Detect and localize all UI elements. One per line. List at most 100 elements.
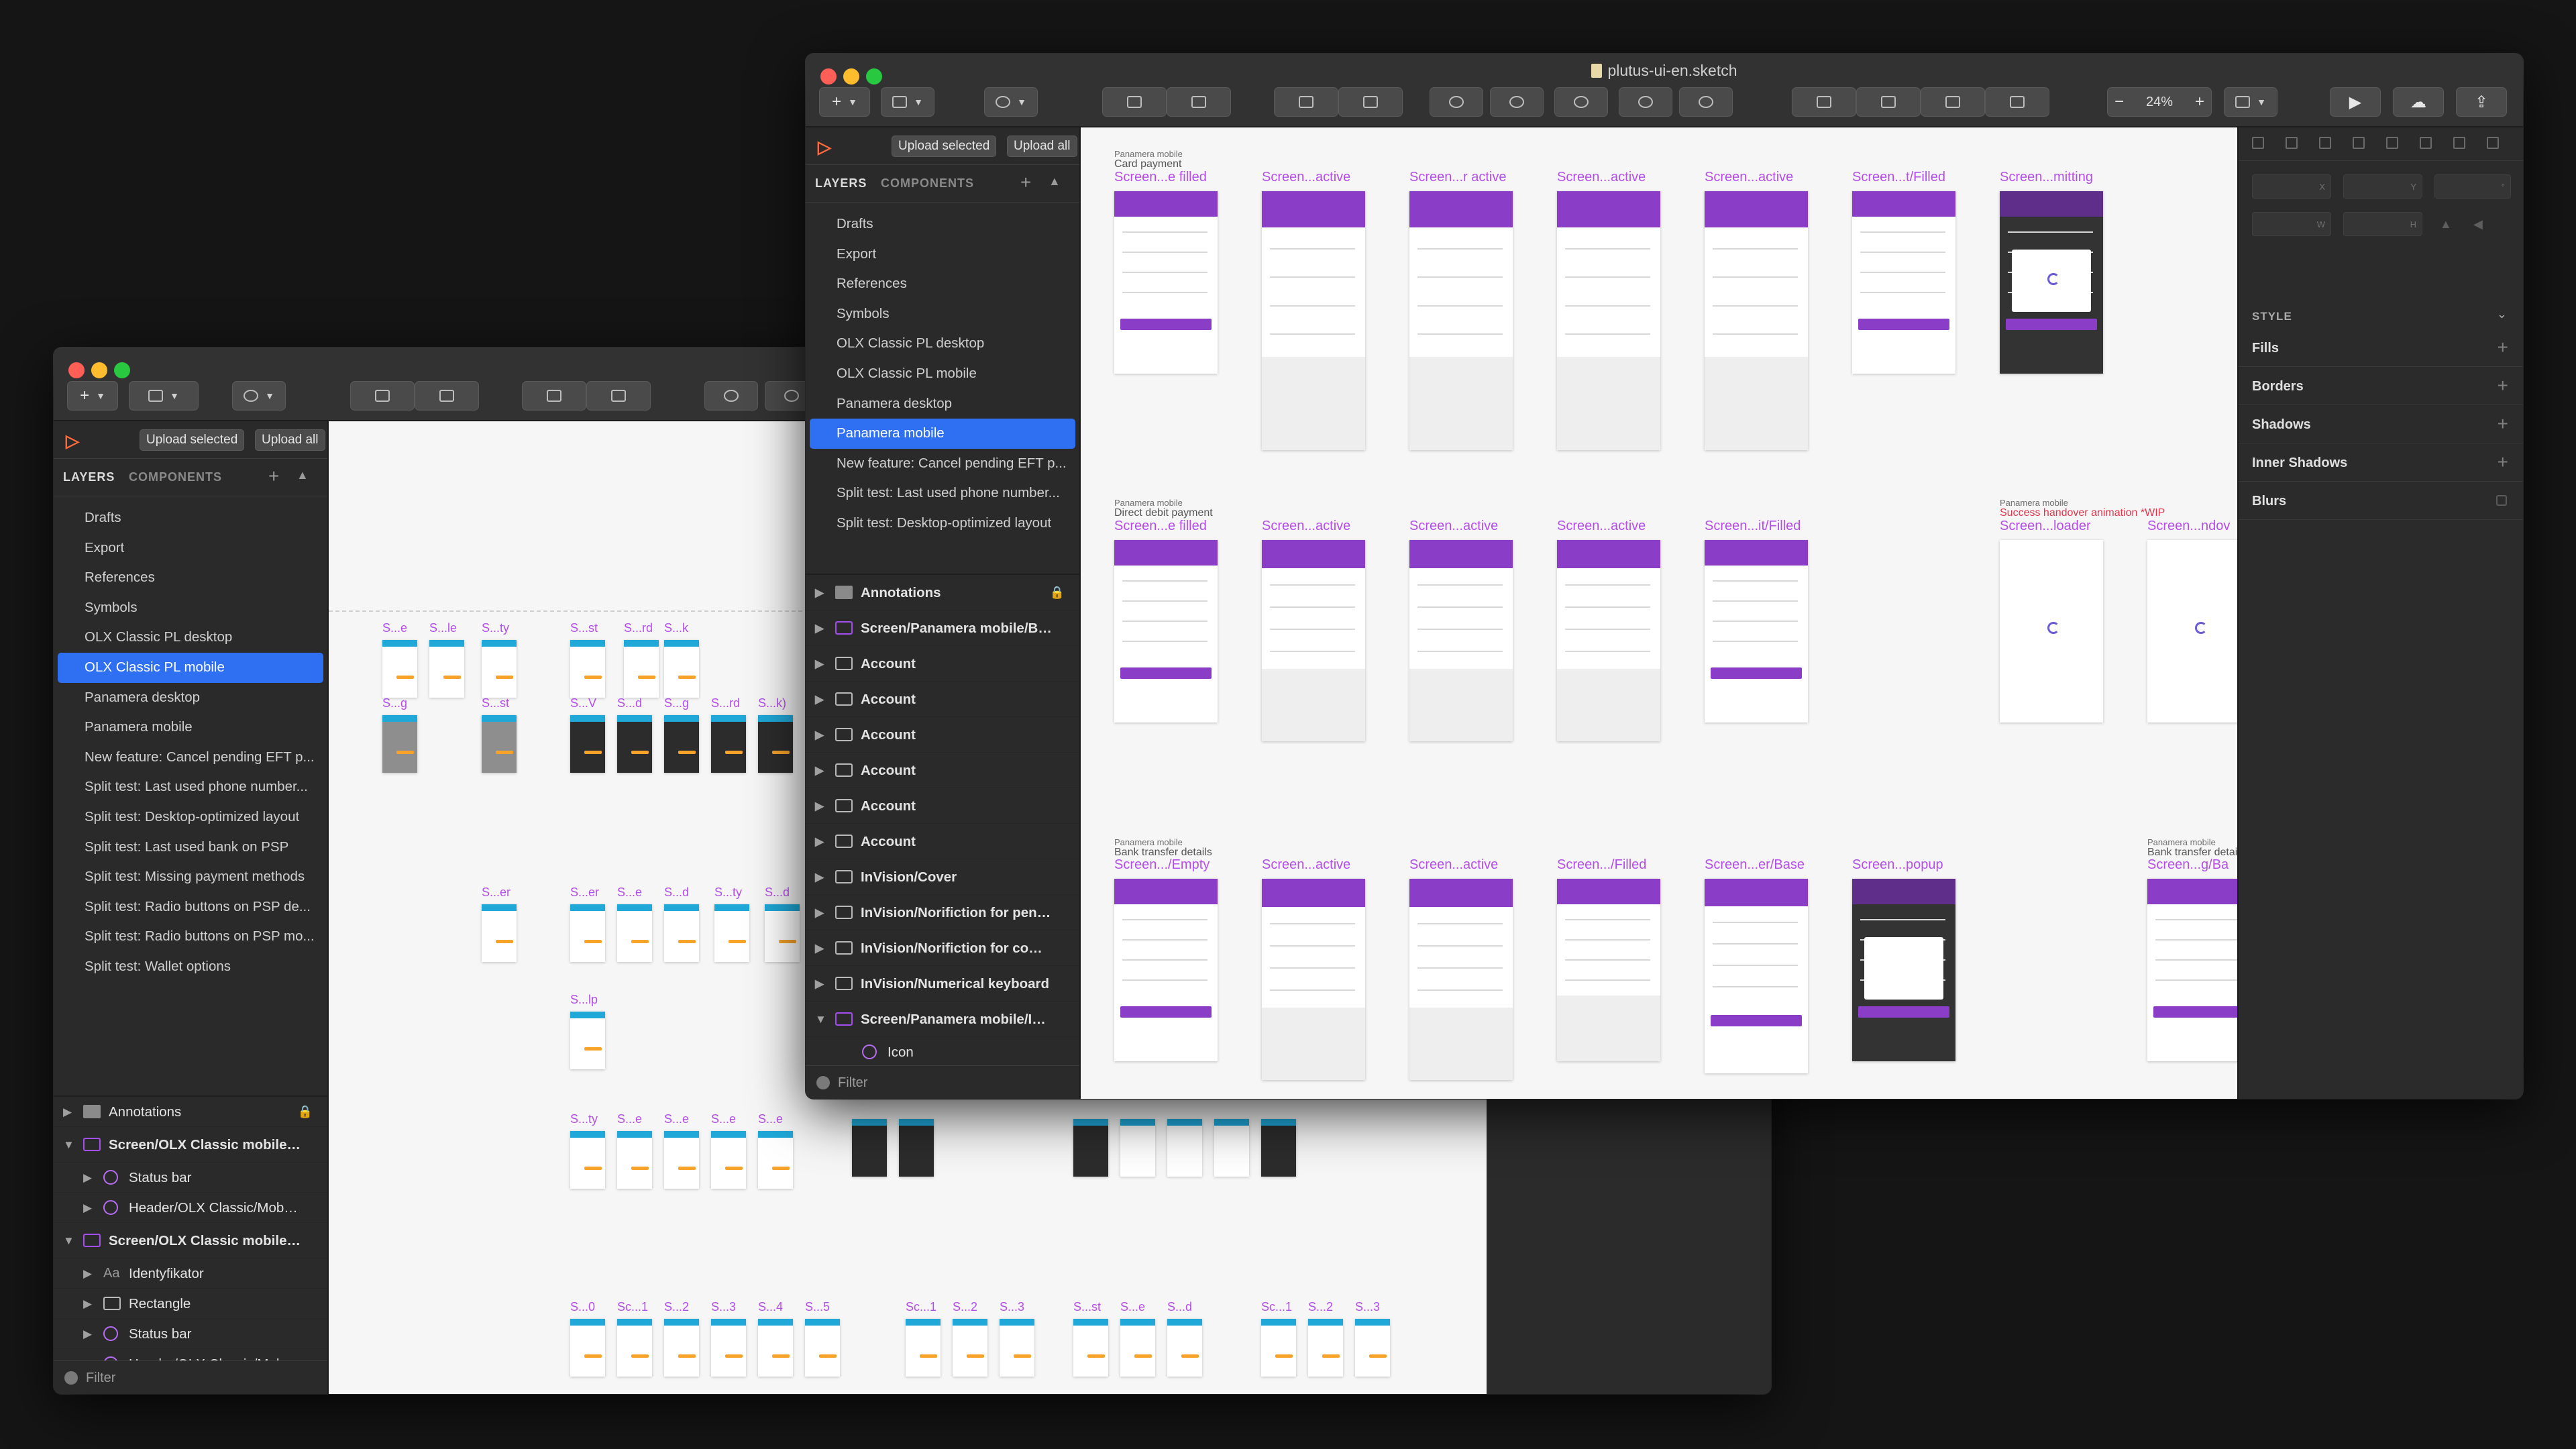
artboard-label[interactable]: Screen...loader [2000, 519, 2091, 534]
group-button[interactable] [350, 381, 415, 411]
artboard-thumbnail[interactable] [711, 715, 746, 773]
artboard-label[interactable]: Sc...1 [906, 1300, 936, 1314]
upload-selected-button[interactable]: Upload selected [892, 136, 997, 157]
zoom-control[interactable]: − 24% + [2107, 87, 2212, 117]
artboard-label[interactable]: S...ty [570, 1112, 598, 1126]
artboard-label[interactable]: Screen...popup [1852, 857, 1943, 873]
layer-row-invision-norifiction-for-pendi[interactable]: ▶ InVision/Norifiction for pendi... [806, 895, 1079, 930]
collapse-pages-icon[interactable]: ▲ [297, 468, 309, 482]
artboard-thumbnail[interactable] [852, 1119, 887, 1177]
artboard-thumbnail[interactable] [617, 1319, 652, 1377]
export-button[interactable]: ⇪ [2456, 87, 2507, 117]
align-right-icon[interactable] [2319, 137, 2331, 149]
plus-icon[interactable]: + [2498, 451, 2508, 473]
artboard-label[interactable]: Screen...er/Base [1705, 857, 1805, 873]
add-page-icon[interactable]: + [1020, 172, 1031, 193]
artboard-label[interactable]: S...5 [805, 1300, 830, 1314]
collapse-pages-icon[interactable]: ▲ [1049, 174, 1061, 189]
artboard-label[interactable]: S...er [482, 885, 511, 900]
layer-row-account[interactable]: ▶ Account [806, 824, 1079, 859]
page-item-export[interactable]: Export [810, 239, 1075, 270]
artboard-label[interactable]: S...e [382, 621, 407, 635]
artboard-label[interactable]: S...ty [714, 885, 742, 900]
artboard-thumbnail[interactable] [482, 640, 517, 698]
artboard-label[interactable]: S...d [1167, 1300, 1192, 1314]
artboard-label[interactable]: S...g [664, 696, 689, 710]
page-item-split-test-desktop-optimized-layout[interactable]: Split test: Desktop-optimized layout [58, 802, 323, 833]
artboard-thumbnail[interactable] [570, 715, 605, 773]
y-field[interactable]: Y [2343, 174, 2422, 199]
artboard-label[interactable]: S...e [617, 1112, 642, 1126]
artboard-label[interactable]: S...d [664, 885, 689, 900]
view-button[interactable]: ▼ [2224, 87, 2277, 117]
page-item-export[interactable]: Export [58, 533, 323, 564]
artboard-label[interactable]: Sc...1 [617, 1300, 648, 1314]
artboard-thumbnail[interactable] [1214, 1119, 1249, 1177]
artboard-thumbnail[interactable] [899, 1119, 934, 1177]
artboard-thumbnail[interactable] [382, 715, 417, 773]
chevron-right-icon[interactable]: ▶ [815, 966, 824, 1001]
artboard-label[interactable]: S...e [1120, 1300, 1145, 1314]
insert-button[interactable]: + ▼ [819, 87, 870, 117]
align-top-icon[interactable] [2386, 137, 2398, 149]
page-item-split-test-last-used-phone-number[interactable]: Split test: Last used phone number... [58, 772, 323, 802]
create-symbol-button[interactable] [1274, 87, 1338, 117]
scale-button[interactable] [1619, 87, 1672, 117]
distribute-v-icon[interactable] [2487, 137, 2499, 149]
page-item-olx-classic-pl-mobile[interactable]: OLX Classic PL mobile [810, 359, 1075, 389]
artboard-thumbnail[interactable] [758, 715, 793, 773]
artboard-thumbnail[interactable] [1114, 191, 1218, 374]
artboard-label[interactable]: Screen...e filled [1114, 170, 1207, 185]
align-bottom-icon[interactable] [2453, 137, 2465, 149]
artboard-thumbnail[interactable] [664, 1131, 699, 1189]
layer-row-screen-olx-classic-mobile-b[interactable]: ▼ Screen/OLX Classic mobile/B... [54, 1223, 327, 1258]
artboard-thumbnail[interactable] [758, 1319, 793, 1377]
inspector-row-blurs[interactable]: Blurs [2239, 482, 2523, 520]
align-center-icon[interactable] [2286, 137, 2298, 149]
page-item-symbols[interactable]: Symbols [810, 299, 1075, 329]
artboard-label[interactable]: S...e [758, 1112, 783, 1126]
distribute-h-icon[interactable] [2353, 137, 2365, 149]
page-item-panamera-mobile[interactable]: Panamera mobile [810, 419, 1075, 449]
page-item-split-test-radio-buttons-on-psp-de[interactable]: Split test: Radio buttons on PSP de... [58, 892, 323, 922]
layer-row-screen-olx-classic-mobile-b[interactable]: ▼ Screen/OLX Classic mobile/B... [54, 1127, 327, 1163]
layer-row-invision-norifiction-for-compl[interactable]: ▶ InVision/Norifiction for compl... [806, 930, 1079, 966]
artboard-thumbnail[interactable] [570, 1319, 605, 1377]
artboard-label[interactable]: Screen...active [1262, 519, 1350, 534]
artboard-thumbnail[interactable] [711, 1131, 746, 1189]
artboard-label[interactable]: Screen...g/Ba [2147, 857, 2229, 873]
artboard-thumbnail[interactable] [1262, 879, 1365, 1080]
artboard-label[interactable]: S...g [382, 696, 407, 710]
artboard-thumbnail[interactable] [617, 1131, 652, 1189]
layer-row-invision-numerical-keyboard[interactable]: ▶ InVision/Numerical keyboard [806, 966, 1079, 1002]
upload-all-button[interactable]: Upload all [1007, 136, 1077, 157]
layer-row-account[interactable]: ▶ Account [806, 788, 1079, 824]
artboard-label[interactable]: Screen...t/Filled [1852, 170, 1945, 185]
artboard-thumbnail[interactable] [1705, 879, 1808, 1073]
page-item-split-test-missing-payment-methods[interactable]: Split test: Missing payment methods [58, 862, 323, 892]
artboard-label[interactable]: S...d [617, 696, 642, 710]
artboard-label[interactable]: S...3 [1000, 1300, 1024, 1314]
artboard-thumbnail[interactable] [429, 640, 464, 698]
rotation-field[interactable]: ° [2434, 174, 2511, 199]
artboard-label[interactable]: S...3 [711, 1300, 736, 1314]
layer-row-icon[interactable]: Icon [806, 1037, 1079, 1067]
artboard-label[interactable]: S...ty [482, 621, 509, 635]
inspector-row-inner-shadows[interactable]: Inner Shadows + [2239, 443, 2523, 482]
artboard-label[interactable]: Screen.../Empty [1114, 857, 1210, 873]
artboard-thumbnail[interactable] [1120, 1319, 1155, 1377]
artboard-label[interactable]: S...2 [664, 1300, 689, 1314]
artboard-thumbnail[interactable] [570, 1012, 605, 1069]
chevron-right-icon[interactable]: ▶ [815, 717, 824, 752]
width-field[interactable]: W [2252, 212, 2331, 236]
artboard-label[interactable]: Screen...active [1262, 857, 1350, 873]
chevron-down-icon[interactable]: ▼ [63, 1223, 74, 1258]
artboard-thumbnail[interactable] [570, 904, 605, 962]
artboard-label[interactable]: Screen...active [1557, 519, 1646, 534]
plus-icon[interactable]: + [2498, 375, 2508, 396]
artboard-thumbnail[interactable] [1167, 1119, 1202, 1177]
artboard-thumbnail[interactable] [1852, 191, 1955, 374]
artboard-label[interactable]: S...3 [1355, 1300, 1380, 1314]
page-item-panamera-mobile[interactable]: Panamera mobile [58, 712, 323, 743]
chevron-right-icon[interactable]: ▶ [815, 895, 824, 930]
